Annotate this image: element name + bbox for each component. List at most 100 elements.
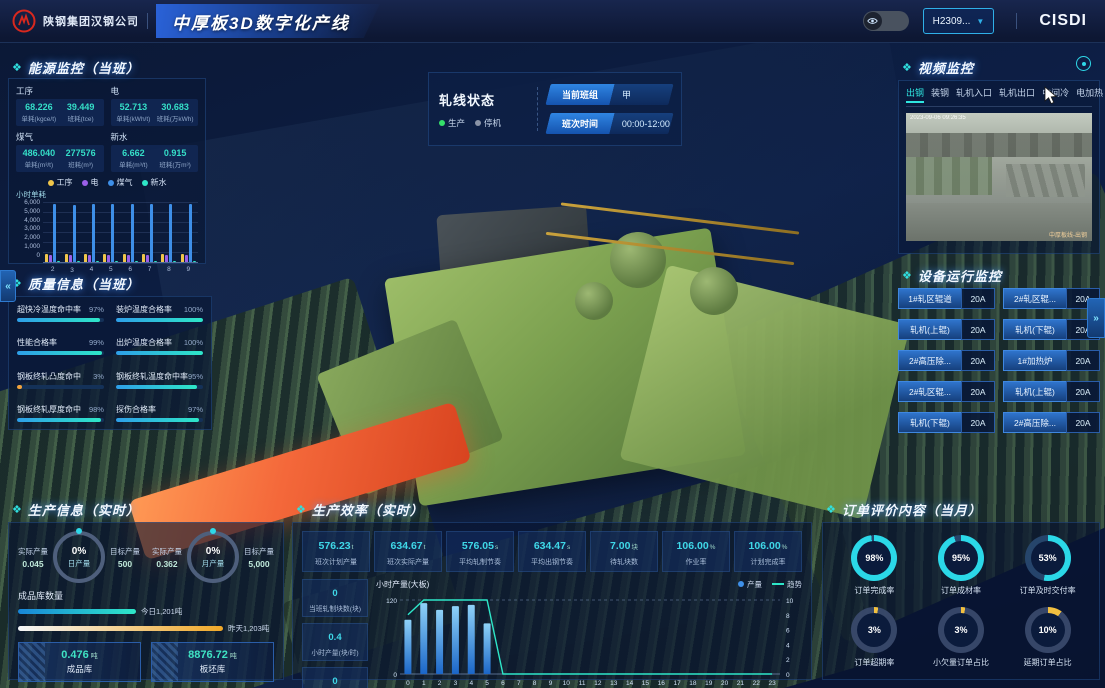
- energy-section-card: 68.226 单耗(kgce/t) 39.449 班耗(tce): [16, 99, 104, 126]
- efficiency-side-card: 0 当班轧制块数(块): [302, 579, 368, 617]
- camera-viewport[interactable]: 2023-09-06 09:26:35 中厚板线-出钢: [906, 113, 1092, 241]
- video-expand-icon[interactable]: [1076, 56, 1091, 71]
- order-donut: 3%: [851, 607, 897, 653]
- camera-tab[interactable]: 轧机出口: [999, 86, 1035, 103]
- energy-value-label: 班耗(m³): [60, 159, 102, 169]
- bar: [45, 254, 48, 262]
- camera-scene-machines: [906, 133, 1092, 156]
- quality-value: 98%: [89, 405, 104, 414]
- camera-tab[interactable]: 装钢: [931, 86, 949, 103]
- device-pill[interactable]: 1#轧区辊道 20A: [898, 288, 995, 309]
- side-card-label: 当班轧制块数(块): [304, 603, 366, 613]
- quality-label: 探伤合格率: [116, 404, 156, 415]
- cisdi-logo: CISDI: [1039, 12, 1087, 30]
- page-title: 中厚板3D数字化产线: [172, 9, 350, 34]
- inventory-title: 成品库数量: [18, 589, 274, 602]
- orders-panel-title: ❖ 订单评价内容（当月）: [826, 500, 982, 519]
- device-name: 轧机(下辊): [1003, 319, 1066, 340]
- shift-badge-label: 班次时间: [562, 117, 598, 130]
- energy-section-name: 电: [111, 85, 199, 97]
- svg-text:11: 11: [579, 680, 586, 687]
- svg-text:15: 15: [642, 680, 650, 687]
- svg-text:6: 6: [786, 628, 790, 635]
- warehouse-card[interactable]: 0.476吨 成品库: [18, 642, 141, 682]
- energy-bar-group: 5: [103, 204, 118, 262]
- hourly-output-chart: 1200108642001234567891011121314151617181…: [376, 590, 802, 688]
- order-label: 订单完成率: [851, 585, 897, 596]
- bar: [123, 254, 126, 262]
- device-pill[interactable]: 2#高压除... 20A: [898, 350, 995, 371]
- bar: [146, 255, 149, 262]
- quality-label: 超快冷温度命中率: [17, 304, 81, 315]
- device-pill[interactable]: 1#加热炉 20A: [1003, 350, 1100, 371]
- collapse-left-tab[interactable]: «: [0, 270, 16, 302]
- actual-output-label: 实际产量: [152, 546, 182, 557]
- energy-bar-group: 8: [161, 204, 176, 262]
- energy-value: 0.915: [154, 148, 196, 158]
- hourly-chart-legend: 产量趋势: [738, 579, 802, 590]
- svg-text:1: 1: [422, 680, 426, 687]
- device-pill[interactable]: 轧机(上辊) 20A: [898, 319, 995, 340]
- device-name: 1#加热炉: [1003, 350, 1066, 371]
- energy-bar-group: 6: [123, 204, 138, 262]
- quality-value: 100%: [184, 338, 203, 347]
- video-panel: 出钢 装钢 轧机入口 轧机出口 中间冷 电加热 2023-09-06 09:26…: [898, 80, 1100, 254]
- actual-output-value: 0.362: [152, 559, 182, 569]
- legend-dot: [48, 180, 54, 186]
- energy-chart-label: 小时单耗: [16, 189, 198, 200]
- energy-legend: 工序 电 煤气 新水: [16, 177, 198, 188]
- camera-tab[interactable]: 出钢: [906, 86, 924, 103]
- legend-line: [772, 583, 784, 585]
- energy-section-card: 486.040 单耗(m³/t) 277576 班耗(m³): [16, 145, 104, 172]
- order-label: 订单成材率: [938, 585, 984, 596]
- quality-label: 装炉温度合格率: [116, 304, 172, 315]
- device-pill[interactable]: 2#轧区辊... 20A: [898, 381, 995, 402]
- quality-progress-fill: [116, 418, 199, 422]
- bar: [77, 261, 80, 262]
- target-output-label: 目标产量: [110, 546, 140, 557]
- warehouse-card[interactable]: 8876.72吨 板坯库: [151, 642, 274, 682]
- bar: [69, 255, 72, 262]
- bar: [57, 261, 60, 262]
- order-donut: 53%: [1025, 535, 1071, 581]
- shift-badge-label: 当前班组: [562, 88, 598, 101]
- metric-value: 634.47: [534, 540, 566, 552]
- legend-dot: [82, 180, 88, 186]
- hourly-chart-title: 小时产量(大板): [376, 579, 429, 590]
- target-output-value: 5,000: [244, 559, 274, 569]
- metric-value: 106.00: [749, 540, 781, 552]
- device-pill[interactable]: 轧机(上辊) 20A: [1003, 381, 1100, 402]
- bar: [73, 205, 76, 263]
- device-name: 1#轧区辊道: [898, 288, 961, 309]
- bar: [142, 254, 145, 262]
- metric-value: 7.00: [610, 540, 630, 552]
- camera-tab[interactable]: 轧机入口: [956, 86, 992, 103]
- device-pill[interactable]: 2#轧区辊... 20A: [1003, 288, 1100, 309]
- svg-text:7: 7: [517, 680, 521, 687]
- quality-item: 出炉温度合格率 100%: [116, 337, 203, 355]
- quality-value: 100%: [184, 305, 203, 314]
- warehouse-value: 8876.72: [188, 649, 228, 661]
- collapse-right-tab[interactable]: »: [1087, 298, 1105, 338]
- energy-value: 68.226: [18, 102, 60, 112]
- visibility-toggle[interactable]: [863, 11, 909, 31]
- device-current-value: 20A: [961, 350, 995, 371]
- quality-label: 出炉温度合格率: [116, 337, 172, 348]
- svg-text:22: 22: [753, 680, 761, 687]
- camera-tab[interactable]: 中间冷: [1042, 86, 1069, 103]
- device-pill[interactable]: 轧机(下辊) 20A: [1003, 319, 1100, 340]
- quality-label: 性能合格率: [17, 337, 57, 348]
- metric-unit: t: [352, 544, 354, 551]
- energy-value-label: 班耗(万m³): [154, 159, 196, 169]
- order-percent: 3%: [954, 625, 967, 635]
- device-pill[interactable]: 2#高压除... 20A: [1003, 412, 1100, 433]
- quality-panel-title: ❖ 质量信息（当班）: [12, 274, 140, 293]
- heat-number-dropdown[interactable]: H2309... ▼: [923, 8, 995, 34]
- bar: [185, 255, 188, 262]
- energy-chart-plot: 23456789: [43, 202, 198, 263]
- camera-scene-rollers: [1006, 164, 1084, 197]
- dashboard: 陕钢集团汉钢公司 中厚板3D数字化产线 H2309... ▼ CISDI: [0, 0, 1105, 688]
- device-pill[interactable]: 轧机(下辊) 20A: [898, 412, 995, 433]
- inventory-bars: 今日1,201吨 昨天1,203吨: [18, 606, 274, 640]
- bar: [53, 204, 56, 262]
